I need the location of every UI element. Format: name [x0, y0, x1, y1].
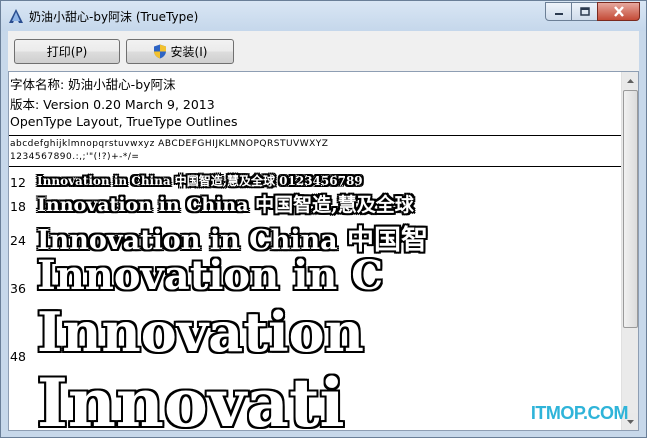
maximize-button[interactable]: [571, 2, 598, 21]
minimize-button[interactable]: [545, 2, 572, 21]
shield-icon: [153, 44, 166, 59]
scrollbar-thumb[interactable]: [623, 90, 638, 328]
scroll-up-button[interactable]: [623, 72, 638, 89]
print-button[interactable]: 打印(P): [14, 39, 120, 64]
font-name-line: 字体名称: 奶油小甜心-by阿沫: [10, 77, 176, 92]
install-button-label: 安装(I): [170, 45, 208, 59]
charset-line-2: 1234567890.:,;'"(!?)+-*/=: [10, 152, 140, 162]
charset-line-1: abcdefghijklmnopqrstuvwxyz ABCDEFGHIJKLM…: [10, 139, 329, 149]
font-layout-line: OpenType Layout, TrueType Outlines: [10, 114, 238, 129]
sample-size-label: 24: [10, 233, 26, 248]
font-preview-pane: 字体名称: 奶油小甜心-by阿沫 版本: Version 0.20 March …: [8, 71, 639, 431]
sample-text: Innovati: [37, 364, 345, 431]
sample-size-label: 18: [10, 199, 26, 214]
print-button-label: 打印(P): [46, 45, 88, 59]
sample-text: Innovation in China 中国智造,慧及全球 0123456789: [37, 174, 363, 188]
separator-line: [9, 135, 621, 136]
font-app-icon: [9, 9, 23, 23]
sample-text: Innovation in C: [37, 252, 384, 299]
sample-text: Innovation in China 中国智造,慧及全球: [37, 194, 414, 216]
separator-line: [9, 166, 621, 167]
close-button[interactable]: [597, 2, 640, 21]
vertical-scrollbar[interactable]: [621, 72, 638, 430]
title-bar[interactable]: 奶油小甜心-by阿沫 (TrueType): [1, 1, 646, 31]
font-version-line: 版本: Version 0.20 March 9, 2013: [10, 97, 215, 112]
sample-size-label: 48: [10, 349, 26, 364]
maximize-icon: [579, 7, 590, 16]
caption-buttons: [545, 2, 640, 22]
sample-size-label: 36: [10, 281, 26, 296]
install-button[interactable]: 安装(I): [126, 39, 234, 64]
sample-size-label: 12: [10, 175, 26, 190]
minimize-icon: [554, 12, 563, 15]
arrow-down-icon: [627, 419, 634, 424]
toolbar: 打印(P) 安装(I): [8, 31, 639, 71]
close-icon: [613, 6, 624, 17]
arrow-up-icon: [627, 78, 634, 83]
font-viewer-window: 奶油小甜心-by阿沫 (TrueType) 打印(P) 安装(I) 字体名称: …: [0, 0, 647, 438]
window-title: 奶油小甜心-by阿沫 (TrueType): [29, 10, 199, 24]
sample-text: Innovation: [37, 300, 364, 364]
watermark: ITMOP.COM: [530, 403, 629, 423]
